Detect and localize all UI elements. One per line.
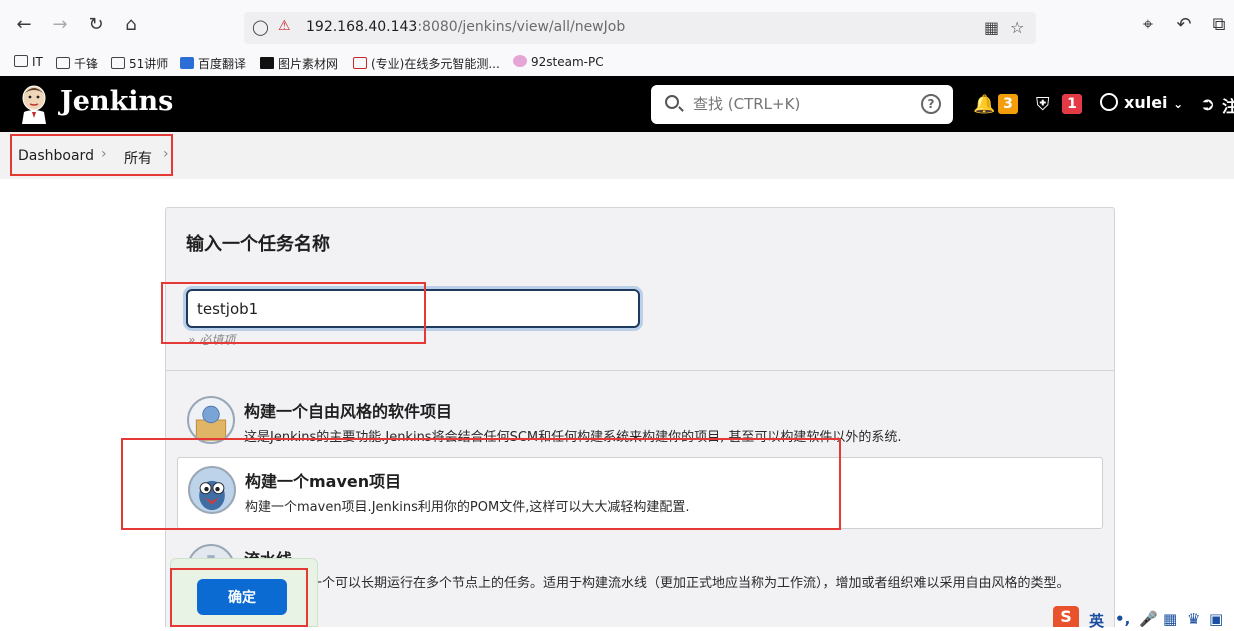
steam-site-icon (513, 55, 527, 67)
annotation-box-ok (170, 568, 308, 627)
address-bar[interactable]: ◯ ⚠ 192.168.40.143:8080/jenkins/view/all… (244, 12, 1036, 44)
bookmark-92steam[interactable]: 92steam-PC (513, 55, 604, 69)
search-icon (665, 95, 679, 109)
sogou-ime-icon[interactable]: S (1053, 606, 1079, 627)
browser-toolbar: ← → ↻ ⌂ ◯ ⚠ 192.168.40.143:8080/jenkins/… (0, 0, 1234, 50)
punctuation-icon[interactable]: •, (1115, 610, 1130, 628)
bookmark-image-site[interactable]: 图片素材网 (260, 55, 338, 72)
url-text[interactable]: 192.168.40.143:8080/jenkins/view/all/new… (306, 19, 625, 35)
url-path: :8080/jenkins/view/all/newJob (417, 19, 626, 35)
skin-icon[interactable]: ♛ (1187, 610, 1200, 628)
forward-icon[interactable]: → (49, 14, 71, 36)
job-type-title: 构建一个自由风格的软件项目 (244, 402, 453, 421)
back-icon[interactable]: ← (13, 14, 35, 36)
help-icon[interactable]: ? (921, 94, 941, 114)
insecure-lock-icon[interactable]: ⚠ (278, 18, 291, 34)
form-title: 输入一个任务名称 (186, 234, 330, 255)
chevron-down-icon: ⌄ (1173, 97, 1184, 111)
user-menu[interactable]: xulei ⌄ (1100, 93, 1183, 112)
bookmark-label: (专业)在线多元智能测... (371, 57, 500, 71)
shield-icon[interactable]: ◯ (252, 18, 269, 36)
bookmark-label: 图片素材网 (278, 57, 339, 71)
jenkins-header: Jenkins ? 🔔 3 ⛨ 1 xulei ⌄ ➲ 注 (0, 76, 1234, 132)
security-shield-icon[interactable]: ⛨ (1036, 94, 1050, 115)
annotation-box-name (161, 282, 426, 344)
freestyle-project-icon (187, 396, 235, 444)
jenkins-logo-icon[interactable] (18, 84, 50, 124)
search-box[interactable]: ? (651, 85, 953, 124)
reload-icon[interactable]: ↻ (85, 14, 107, 36)
extensions-icon[interactable]: ⧉ (1208, 14, 1230, 36)
job-type-desc: 精心地组织一个可以长期运行在多个节点上的任务。适用于构建流水线（更加正式地应当称… (244, 576, 1070, 591)
bell-icon[interactable]: 🔔 (973, 94, 995, 115)
baidu-translate-icon (180, 57, 194, 69)
toolbox-icon[interactable]: ▣ (1209, 610, 1223, 628)
test-site-icon (353, 57, 367, 69)
bookmark-label: IT (32, 55, 43, 69)
keyboard-icon[interactable]: ▦ (1163, 610, 1177, 628)
bookmark-intelligence-test[interactable]: (专业)在线多元智能测... (353, 55, 500, 72)
breadcrumb: Dashboard › 所有 › (0, 132, 1234, 179)
annotation-box-maven (121, 438, 841, 530)
bookmark-label: 51讲师 (129, 57, 169, 71)
bookmarks-bar: IT 千锋 51讲师 百度翻译 图片素材网 (专业)在线多元智能测... 92s… (0, 50, 1234, 76)
bookmark-label: 千锋 (74, 57, 99, 71)
folder-icon (56, 57, 70, 69)
logout-label[interactable]: 注 (1222, 93, 1234, 117)
user-icon (1100, 93, 1118, 111)
notifications-badge[interactable]: 3 (998, 94, 1018, 114)
bookmark-label: 92steam-PC (531, 55, 604, 69)
logout-icon[interactable]: ➲ (1200, 94, 1215, 115)
crop-icon[interactable]: ⌖ (1137, 14, 1159, 36)
bookmark-folder-it[interactable]: IT (14, 55, 43, 69)
qr-code-icon[interactable]: ▦ (984, 18, 999, 37)
jenkins-title[interactable]: Jenkins (60, 86, 173, 117)
search-input[interactable] (693, 93, 913, 115)
ime-toolbar: S 英 •, 🎤 ▦ ♛ ▣ (1053, 606, 1234, 630)
ime-mode[interactable]: 英 (1089, 610, 1104, 631)
bookmark-label: 百度翻译 (198, 57, 247, 71)
microphone-icon[interactable]: 🎤 (1139, 610, 1158, 628)
annotation-box-breadcrumb (10, 134, 173, 176)
bookmark-folder-51[interactable]: 51讲师 (111, 55, 168, 72)
url-host: 192.168.40.143 (306, 19, 418, 35)
undo-icon[interactable]: ↶ (1173, 14, 1195, 36)
user-name: xulei (1124, 93, 1168, 112)
bookmark-baidu-translate[interactable]: 百度翻译 (180, 55, 246, 72)
home-icon[interactable]: ⌂ (120, 14, 142, 36)
star-icon[interactable]: ☆ (1010, 18, 1024, 37)
folder-icon (14, 55, 28, 67)
image-site-icon (260, 57, 274, 69)
security-badge[interactable]: 1 (1062, 94, 1082, 114)
folder-icon (111, 57, 125, 69)
bookmark-folder-qianfeng[interactable]: 千锋 (56, 55, 98, 72)
